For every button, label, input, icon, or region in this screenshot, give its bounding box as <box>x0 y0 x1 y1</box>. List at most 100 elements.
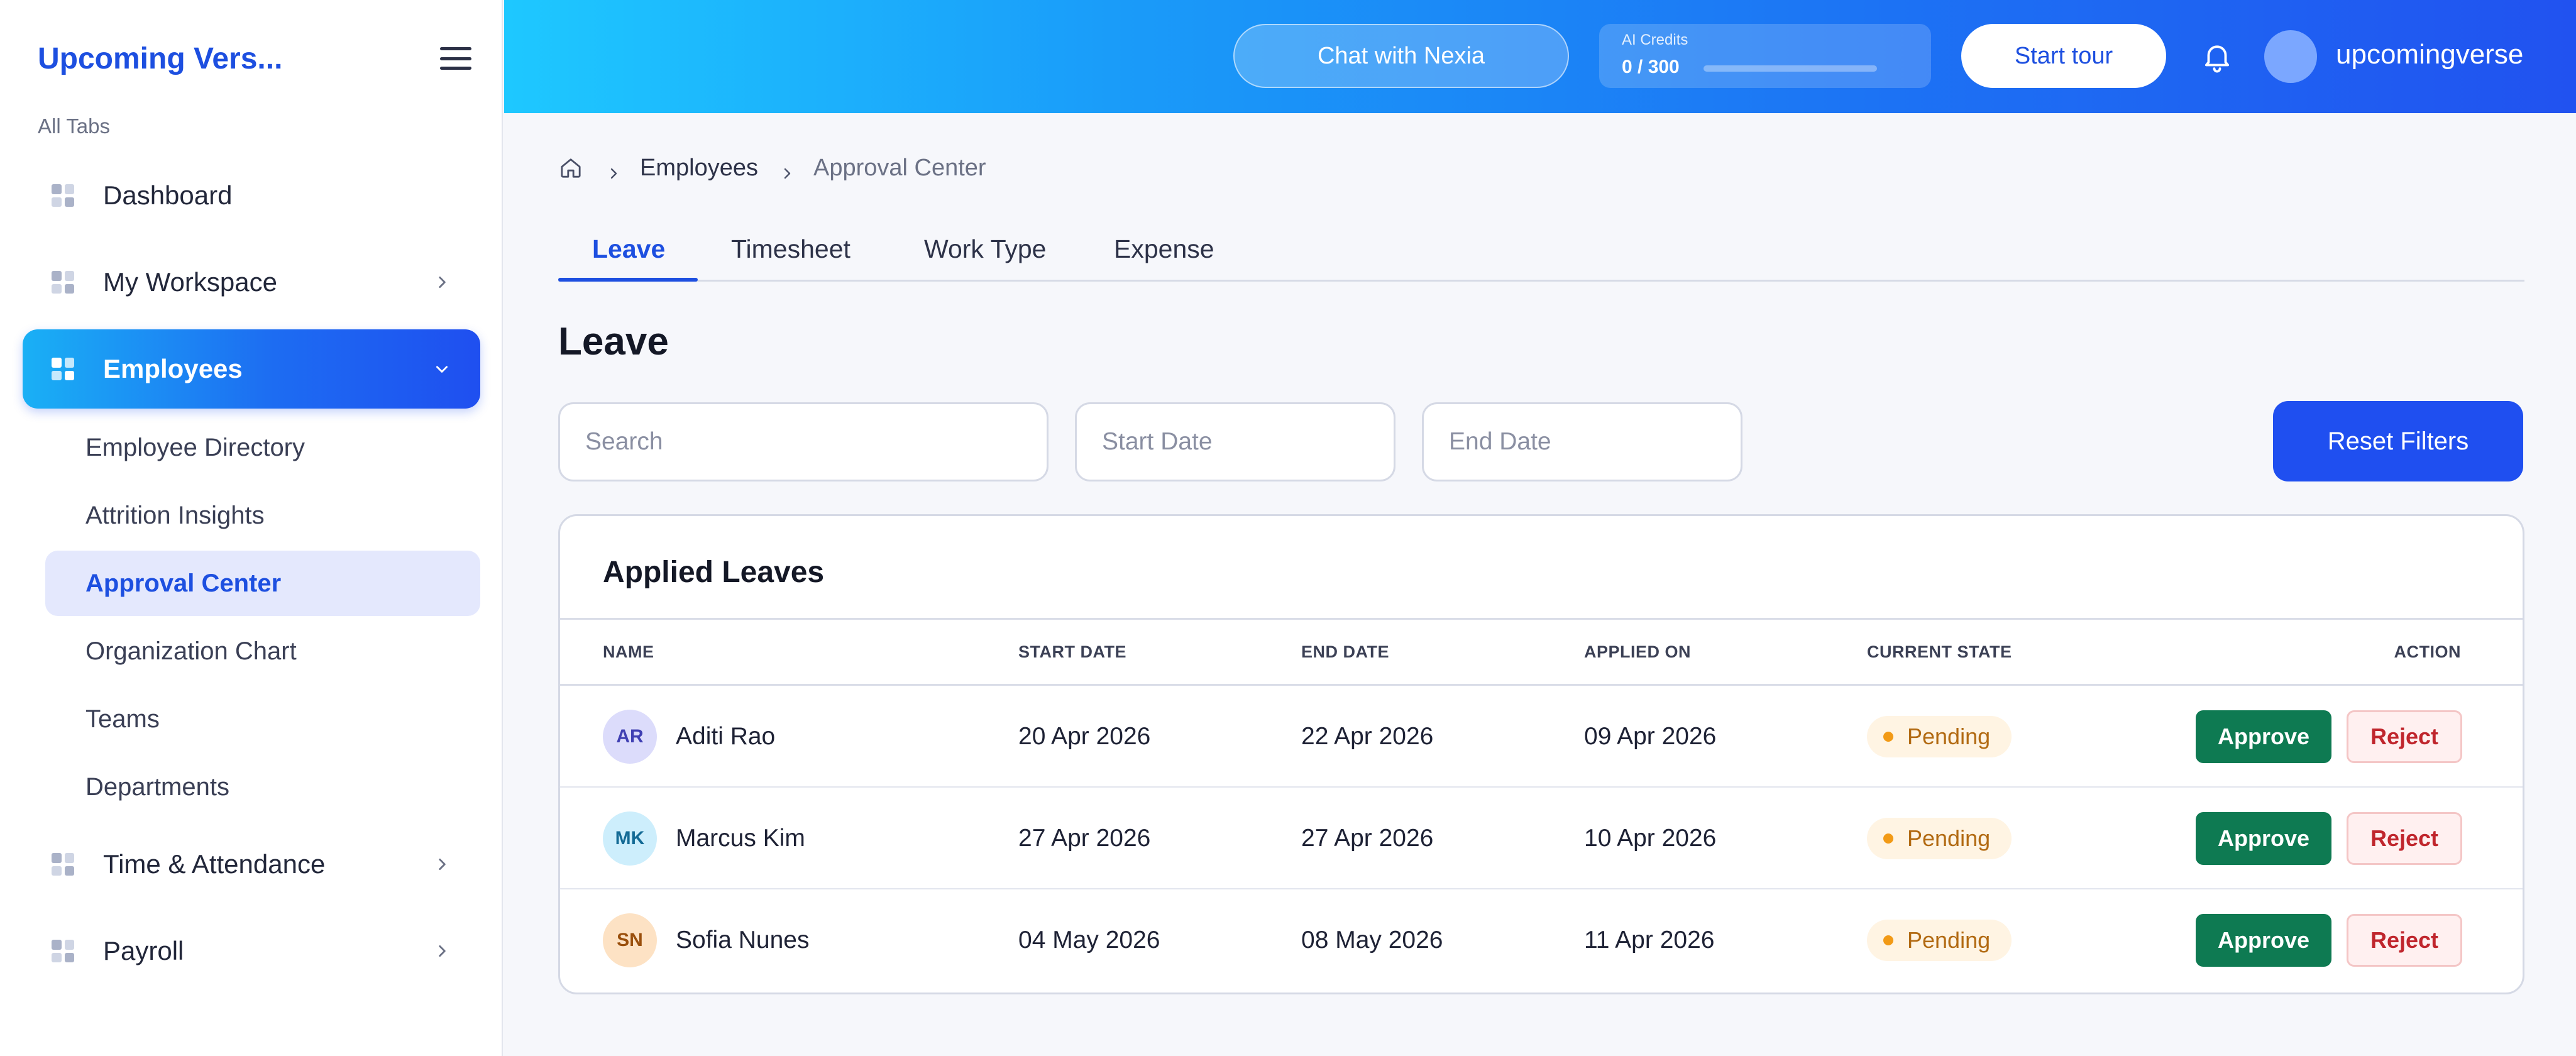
end-date-cell: 08 May 2026 <box>1301 927 1443 954</box>
hamburger-icon[interactable] <box>440 47 471 70</box>
sidebar-subitem-attrition-insights[interactable]: Attrition Insights <box>45 483 480 548</box>
employee-name[interactable]: Marcus Kim <box>676 825 805 852</box>
status-label: Pending <box>1907 927 1991 953</box>
breadcrumb-current: Approval Center <box>813 154 986 181</box>
app-root: Upcoming Vers... All Tabs Dashboard My W… <box>0 0 2576 1056</box>
avatar: AR <box>603 710 657 764</box>
search-input[interactable]: Search <box>558 402 1049 481</box>
sidebar-subitem-departments[interactable]: Departments <box>45 754 480 820</box>
sidebar-subitem-organization-chart[interactable]: Organization Chart <box>45 619 480 684</box>
tab-leave[interactable]: Leave <box>592 216 665 282</box>
reject-button[interactable]: Reject <box>2347 710 2462 763</box>
state-cell: Pending <box>1867 686 2012 788</box>
breadcrumb: Employees Approval Center <box>558 152 986 184</box>
status-dot <box>1883 732 1893 742</box>
applied-on-cell: 10 Apr 2026 <box>1584 825 1717 852</box>
avatar: SN <box>603 913 657 967</box>
reset-filters-button[interactable]: Reset Filters <box>2273 401 2523 481</box>
employee-name[interactable]: Sofia Nunes <box>676 927 809 954</box>
approve-button[interactable]: Approve <box>2196 710 2331 763</box>
column-header-start-date: START DATE <box>1018 642 1126 661</box>
start-date-cell: 04 May 2026 <box>1018 927 1160 954</box>
brand-name[interactable]: Upcoming Vers... <box>38 41 282 76</box>
status-badge: Pending <box>1867 716 2012 757</box>
column-header-action: ACTION <box>2394 642 2461 661</box>
grid-icon <box>52 271 74 294</box>
table-row: SN Sofia Nunes 04 May 2026 08 May 2026 1… <box>560 889 2523 991</box>
status-label: Pending <box>1907 723 1991 749</box>
sidebar-item-label: Time & Attendance <box>103 849 326 879</box>
tab-expense[interactable]: Expense <box>1114 216 1214 282</box>
chevron-right-icon[interactable] <box>426 849 458 880</box>
ai-credits-widget: AI Credits 0 / 300 <box>1599 24 1931 88</box>
table-row: AR Aditi Rao 20 Apr 2026 22 Apr 2026 09 … <box>560 686 2523 788</box>
top-bar: Chat with Nexia AI Credits 0 / 300 Start… <box>504 0 2576 113</box>
end-date-field[interactable]: End Date <box>1422 402 1742 481</box>
status-dot <box>1883 833 1893 844</box>
sidebar-header: Upcoming Vers... <box>38 35 471 82</box>
section-label: All Tabs <box>38 114 110 138</box>
column-header-end-date: END DATE <box>1301 642 1390 661</box>
table-row: MK Marcus Kim 27 Apr 2026 27 Apr 2026 10… <box>560 788 2523 889</box>
sidebar-item-dashboard[interactable]: Dashboard <box>23 156 480 235</box>
end-date-cell: 22 Apr 2026 <box>1301 723 1434 750</box>
column-header-current-state: CURRENT STATE <box>1867 642 2012 661</box>
ai-credits-caption: AI Credits <box>1622 31 1688 48</box>
state-cell: Pending <box>1867 889 2012 991</box>
state-cell: Pending <box>1867 788 2012 889</box>
status-badge: Pending <box>1867 818 2012 859</box>
chevron-right-icon[interactable] <box>426 267 458 298</box>
sidebar-item-label: Payroll <box>103 936 184 965</box>
applied-leaves-card: Applied Leaves NAME START DATE END DATE … <box>558 514 2524 994</box>
employee-name[interactable]: Aditi Rao <box>676 723 775 751</box>
chevron-down-icon[interactable] <box>426 353 458 385</box>
page-title: Leave <box>558 320 669 363</box>
approve-button[interactable]: Approve <box>2196 812 2331 865</box>
status-label: Pending <box>1907 825 1991 851</box>
table-header: NAME START DATE END DATE APPLIED ON CURR… <box>560 618 2523 686</box>
user-avatar[interactable] <box>2264 30 2317 83</box>
sidebar-subitem-teams[interactable]: Teams <box>45 686 480 752</box>
reject-button[interactable]: Reject <box>2347 812 2462 865</box>
sidebar-item-payroll[interactable]: Payroll <box>23 911 480 991</box>
sidebar-subitem-employee-directory[interactable]: Employee Directory <box>45 415 480 480</box>
grid-icon <box>52 358 74 380</box>
sidebar: Upcoming Vers... All Tabs Dashboard My W… <box>0 0 503 1056</box>
start-date-field[interactable]: Start Date <box>1075 402 1395 481</box>
employee-cell: AR Aditi Rao <box>603 686 775 788</box>
sidebar-item-label: Employees <box>103 354 243 383</box>
ai-credits-progress <box>1704 65 1877 72</box>
sidebar-item-employees[interactable]: Employees <box>23 329 480 409</box>
start-tour-button[interactable]: Start tour <box>1961 24 2166 88</box>
action-cell: Approve Reject <box>2196 788 2462 889</box>
action-cell: Approve Reject <box>2196 889 2462 991</box>
employee-cell: SN Sofia Nunes <box>603 889 809 991</box>
status-dot <box>1883 935 1893 945</box>
chevron-right-icon <box>779 160 795 179</box>
action-cell: Approve Reject <box>2196 686 2462 788</box>
tab-work-type[interactable]: Work Type <box>924 216 1046 282</box>
bell-icon[interactable] <box>2200 39 2234 74</box>
reject-button[interactable]: Reject <box>2347 914 2462 967</box>
status-badge: Pending <box>1867 920 2012 961</box>
applied-on-cell: 11 Apr 2026 <box>1584 927 1715 954</box>
username[interactable]: upcomingverse <box>2336 39 2523 70</box>
tab-timesheet[interactable]: Timesheet <box>731 216 850 282</box>
sidebar-item-label: Dashboard <box>103 180 233 210</box>
sidebar-item-time-attendance[interactable]: Time & Attendance <box>23 825 480 904</box>
sidebar-subitem-approval-center[interactable]: Approval Center <box>45 551 480 616</box>
sidebar-item-label: My Workspace <box>103 267 277 297</box>
chevron-right-icon[interactable] <box>426 935 458 967</box>
start-date-cell: 27 Apr 2026 <box>1018 825 1151 852</box>
approve-button[interactable]: Approve <box>2196 914 2331 967</box>
chat-button[interactable]: Chat with Nexia <box>1233 24 1569 88</box>
breadcrumb-employees[interactable]: Employees <box>640 155 758 182</box>
employee-cell: MK Marcus Kim <box>603 788 805 889</box>
home-icon[interactable] <box>558 155 583 180</box>
tab-bar: Leave Timesheet Work Type Expense <box>558 216 2524 282</box>
active-tab-indicator <box>558 278 698 282</box>
end-date-cell: 27 Apr 2026 <box>1301 825 1434 852</box>
sidebar-item-workspace[interactable]: My Workspace <box>23 243 480 322</box>
grid-icon <box>52 940 74 962</box>
grid-icon <box>52 184 74 207</box>
